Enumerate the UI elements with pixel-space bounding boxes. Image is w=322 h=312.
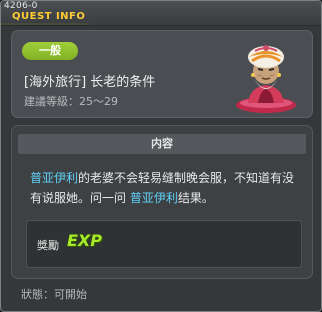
- quest-name: [海外旅行] 长老的条件: [24, 75, 156, 90]
- window-title: QUEST INFO: [12, 11, 86, 22]
- npc-name-link[interactable]: 普亚伊利: [30, 171, 78, 185]
- npc-portrait: [236, 45, 296, 113]
- quest-id: 4206-0: [4, 1, 38, 11]
- content-header: 内容: [18, 134, 306, 154]
- quest-info-window: 4206-0 QUEST INFO 一般 [海外旅行] 长老的条件 建議等級：2…: [0, 0, 322, 312]
- reward-box: 獎勵 EXP: [26, 220, 302, 268]
- quest-content-panel: 内容 普亚伊利的老婆不会轻易缝制晚会服，不知道有没有说服她。问一问 普亚伊利结果…: [11, 125, 313, 279]
- exp-icon: EXP: [67, 231, 102, 250]
- description-text: 结果。: [177, 191, 214, 205]
- category-badge: 一般: [22, 42, 78, 60]
- recommended-level: 建議等級：25～29: [24, 95, 118, 108]
- quest-status: 狀態：可開始: [21, 288, 87, 301]
- npc-name-link[interactable]: 普亚伊利: [130, 191, 178, 205]
- title-bar[interactable]: 4206-0 QUEST INFO: [1, 1, 321, 26]
- quest-description: 普亚伊利的老婆不会轻易缝制晚会服，不知道有没有说服她。问一问 普亚伊利结果。: [30, 168, 300, 208]
- title-underline: [1, 23, 89, 25]
- reward-label: 獎勵: [37, 239, 59, 252]
- quest-summary-panel: 一般 [海外旅行] 长老的条件 建議等級：25～29: [11, 30, 313, 118]
